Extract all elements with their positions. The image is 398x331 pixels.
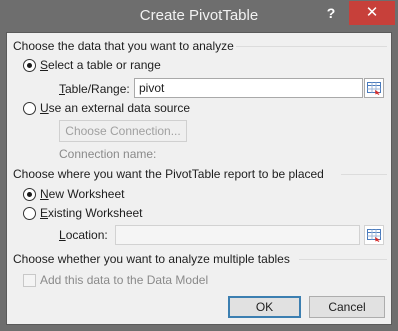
- existing-worksheet-label[interactable]: Existing Worksheet: [40, 206, 143, 220]
- existing-worksheet-text: xisting Worksheet: [48, 206, 143, 220]
- new-worksheet-radio[interactable]: [23, 188, 36, 201]
- external-source-radio[interactable]: [23, 102, 36, 115]
- location-input[interactable]: [115, 225, 360, 245]
- connection-name-label: Connection name:: [59, 147, 157, 161]
- location-label: Location:: [59, 228, 108, 242]
- create-pivottable-dialog: Create PivotTable ? ✕ Choose the data th…: [0, 0, 398, 331]
- select-range-text: elect a table or range: [48, 58, 161, 72]
- location-mnemonic: L: [59, 228, 66, 242]
- data-model-label: Add this data to the Data Model: [40, 273, 209, 287]
- dialog-body: Choose the data that you want to analyze…: [6, 32, 392, 325]
- table-range-input[interactable]: pivot: [134, 78, 363, 98]
- existing-worksheet-radio[interactable]: [23, 207, 36, 220]
- placement-heading: Choose where you want the PivotTable rep…: [13, 167, 324, 181]
- select-range-mnemonic: S: [40, 58, 49, 72]
- multiple-tables-heading: Choose whether you want to analyze multi…: [13, 252, 290, 266]
- external-source-label[interactable]: Use an external data source: [40, 101, 190, 115]
- external-source-mnemonic: U: [40, 101, 49, 115]
- help-button[interactable]: ?: [318, 3, 344, 23]
- range-select-icon: [367, 229, 381, 242]
- group-divider: [341, 174, 387, 175]
- location-collapse-button[interactable]: [364, 225, 384, 245]
- external-source-text: se an external data source: [48, 101, 191, 115]
- close-button[interactable]: ✕: [349, 1, 395, 25]
- cancel-button[interactable]: Cancel: [309, 296, 385, 318]
- title-bar[interactable]: Create PivotTable ? ✕: [0, 0, 398, 32]
- select-range-radio[interactable]: [23, 59, 36, 72]
- ok-button[interactable]: OK: [228, 296, 301, 318]
- existing-worksheet-mnemonic: E: [40, 206, 49, 220]
- new-worksheet-mnemonic: N: [40, 187, 49, 201]
- choose-connection-button[interactable]: Choose Connection...: [59, 120, 187, 142]
- table-range-collapse-button[interactable]: [364, 78, 384, 98]
- data-model-checkbox[interactable]: [23, 274, 36, 287]
- analyze-data-heading: Choose the data that you want to analyze: [13, 39, 234, 53]
- table-range-text: able/Range:: [65, 82, 130, 96]
- table-range-label: Table/Range:: [59, 82, 130, 96]
- new-worksheet-label[interactable]: New Worksheet: [40, 187, 124, 201]
- group-divider: [299, 259, 387, 260]
- range-select-icon: [367, 82, 381, 95]
- group-divider: [236, 46, 387, 47]
- select-range-label[interactable]: Select a table or range: [40, 58, 161, 72]
- new-worksheet-text: ew Worksheet: [48, 187, 125, 201]
- location-text: ocation:: [65, 228, 108, 242]
